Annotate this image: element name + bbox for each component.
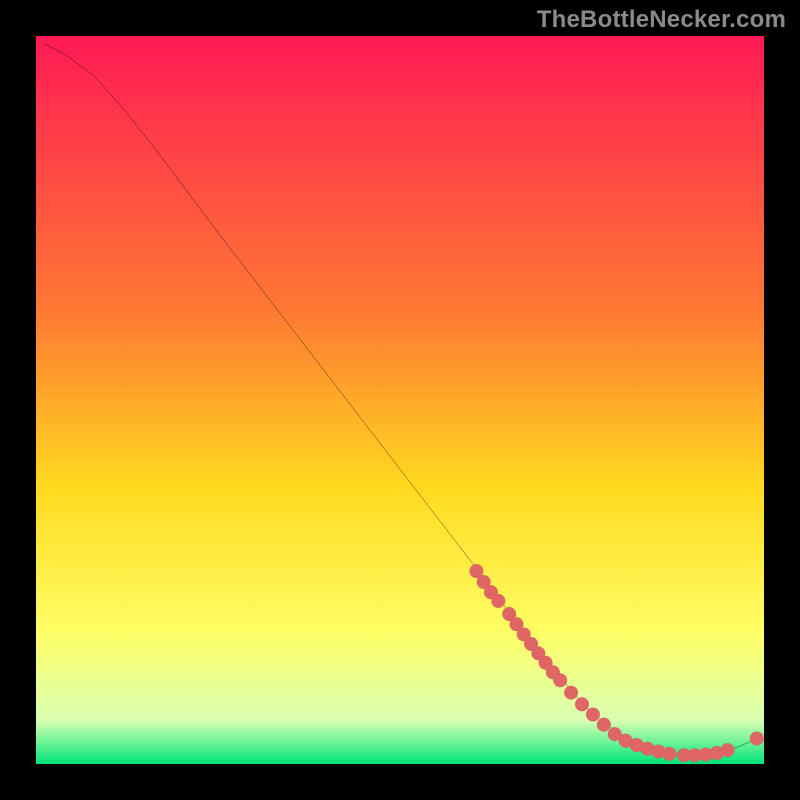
chart-stage: TheBottleNecker.com	[0, 0, 800, 800]
data-marker	[575, 697, 589, 711]
data-marker	[662, 747, 676, 761]
data-marker	[491, 594, 505, 608]
data-marker	[721, 743, 735, 757]
data-marker	[553, 673, 567, 687]
chart-plot-area	[36, 36, 764, 764]
chart-svg	[36, 36, 764, 764]
gradient-background	[36, 36, 764, 764]
data-marker	[564, 686, 578, 700]
data-marker	[750, 732, 764, 746]
data-marker	[597, 718, 611, 732]
data-marker	[586, 708, 600, 722]
watermark-label: TheBottleNecker.com	[537, 6, 786, 34]
